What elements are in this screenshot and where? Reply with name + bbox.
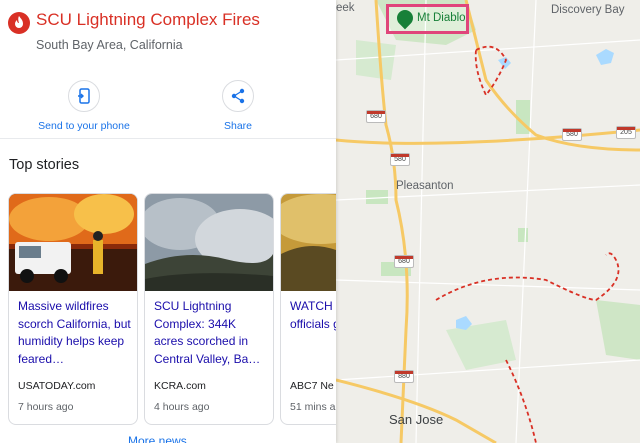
story-card[interactable]: Massive wildfires scorch California, but… (8, 193, 138, 425)
send-to-phone-button[interactable]: Send to your phone (24, 80, 144, 132)
share-label: Share (223, 120, 253, 132)
park-pin-icon (393, 6, 417, 30)
story-card[interactable]: SCU Lightning Complex: 344K acres scorch… (144, 193, 274, 425)
story-time: 7 hours ago (18, 401, 74, 413)
poi-mt-diablo[interactable]: Mt Diablo (386, 4, 469, 34)
story-headline[interactable]: Massive wildfires scorch California, but… (18, 298, 132, 368)
top-stories-heading: Top stories (9, 157, 80, 173)
share-icon (231, 88, 245, 104)
map-canvas (336, 0, 640, 443)
more-news-link[interactable]: More news (128, 434, 187, 443)
place-panel: SCU Lightning Complex Fires South Bay Ar… (0, 0, 336, 443)
map[interactable]: eek Discovery Bay Pleasanton San Jose 68… (336, 0, 640, 443)
divider (0, 138, 336, 139)
map-label-creek: eek (336, 2, 355, 14)
highway-shield: 580 (390, 153, 410, 166)
highway-shield: 880 (394, 370, 414, 383)
map-label-discovery-bay: Discovery Bay (551, 4, 625, 16)
story-source: USATODAY.com (18, 380, 96, 392)
share-button[interactable]: Share (178, 80, 298, 132)
map-label-pleasanton: Pleasanton (396, 180, 454, 192)
place-title: SCU Lightning Complex Fires (36, 10, 260, 29)
story-source: KCRA.com (154, 380, 206, 392)
story-headline[interactable]: SCU Lightning Complex: 344K acres scorch… (154, 298, 268, 368)
highway-shield: 205 (616, 126, 636, 139)
story-thumbnail-hills (281, 194, 336, 291)
fire-icon (8, 12, 30, 34)
story-headline[interactable]: WATCH Sonoma officials give wild… (290, 298, 336, 333)
map-label-san-jose: San Jose (389, 412, 444, 427)
place-subtitle: South Bay Area, California (36, 38, 183, 52)
story-thumbnail-fire-truck (9, 194, 137, 291)
highway-shield: 580 (562, 128, 582, 141)
story-time: 4 hours ago (154, 401, 210, 413)
story-card[interactable]: WATCH Sonoma officials give wild… ABC7 N… (280, 193, 336, 425)
poi-name: Mt Diablo (417, 12, 466, 24)
story-time: 51 mins a (290, 401, 336, 413)
story-thumbnail-smoke (145, 194, 273, 291)
story-source: ABC7 Ne (290, 380, 334, 392)
send-to-phone-icon (78, 88, 90, 104)
send-to-phone-label: Send to your phone (38, 120, 130, 132)
highway-shield: 680 (366, 110, 386, 123)
highway-shield: 680 (394, 255, 414, 268)
